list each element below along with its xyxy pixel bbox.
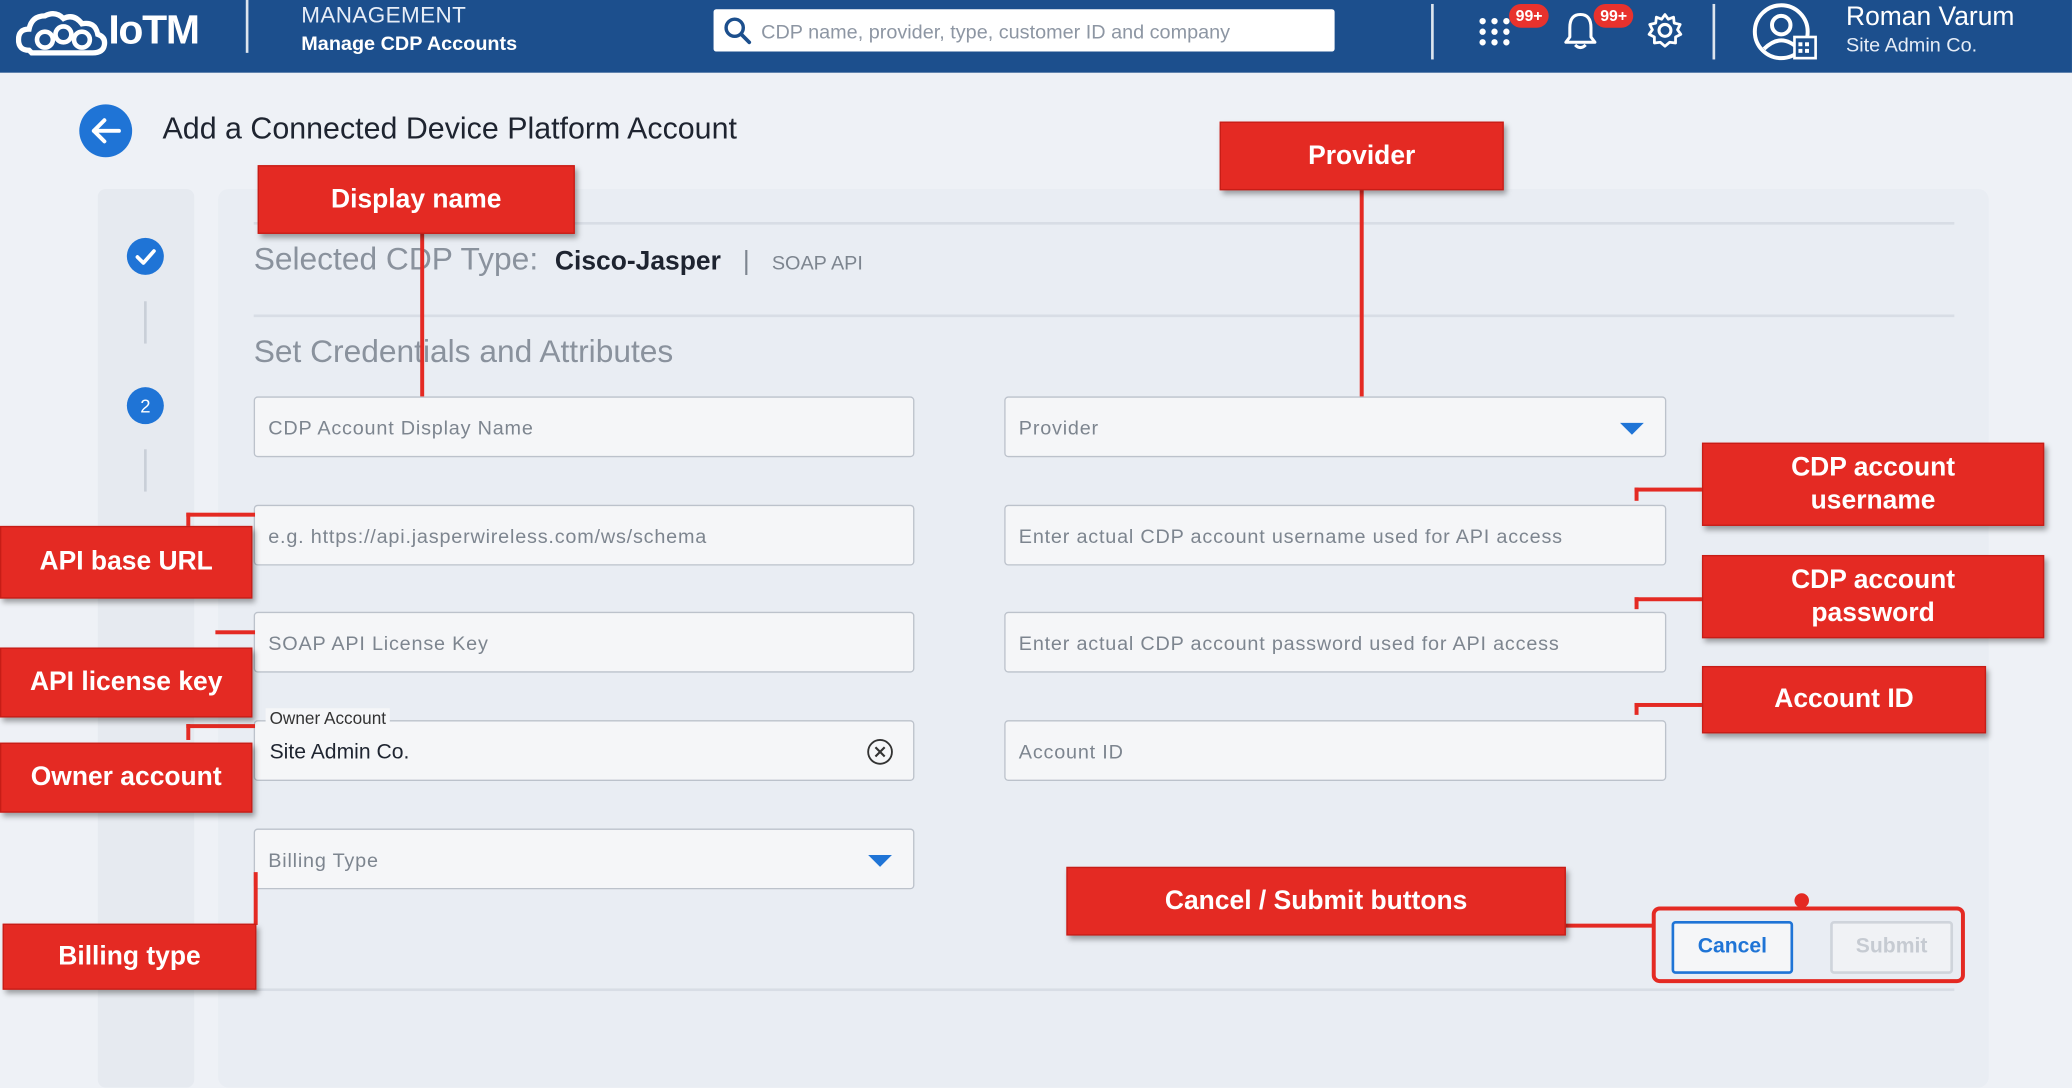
callout-billing-type: Billing type <box>2 923 257 990</box>
callout-line <box>1634 487 1702 492</box>
account-id-placeholder: Account ID <box>1018 741 1124 764</box>
callout-line <box>1564 923 1655 928</box>
callout-cdp-password-text: CDP account password <box>1791 565 1956 628</box>
callout-line <box>420 232 425 397</box>
search-input[interactable] <box>758 9 1319 55</box>
callout-line <box>1634 597 1702 602</box>
callout-api-base-url: API base URL <box>0 525 253 599</box>
callout-api-license-key: API license key <box>0 647 253 718</box>
header-divider <box>1431 3 1434 60</box>
callout-cdp-password: CDP account password <box>1701 554 2045 639</box>
cloud-logo-icon[interactable] <box>15 5 108 63</box>
step-current[interactable]: 2 <box>126 387 164 425</box>
divider <box>253 314 1955 318</box>
callout-cdp-username: CDP account username <box>1701 442 2045 526</box>
billing-type-placeholder: Billing Type <box>268 849 379 873</box>
user-name: Roman Varum <box>1845 2 2015 32</box>
selected-type-api: SOAP API <box>771 252 863 275</box>
license-key-placeholder: SOAP API License Key <box>268 632 489 656</box>
callout-line <box>186 724 256 729</box>
selected-type-label: Selected CDP Type: <box>253 241 539 278</box>
provider-placeholder: Provider <box>1018 417 1099 441</box>
back-button[interactable] <box>79 104 133 158</box>
selected-type: Selected CDP Type: Cisco-Jasper | SOAP A… <box>254 242 863 279</box>
chevron-down-icon <box>1620 422 1644 435</box>
callout-cdp-username-text: CDP account username <box>1791 453 1956 515</box>
callout-line <box>215 630 256 635</box>
billing-type-select[interactable]: Billing Type <box>253 828 915 890</box>
callout-line <box>186 724 191 740</box>
callout-line <box>253 872 258 925</box>
username-placeholder: Enter actual CDP account username used f… <box>1018 525 1563 549</box>
header-divider <box>245 0 249 53</box>
section-heading: Set Credentials and Attributes <box>253 334 674 370</box>
notifications-badge: 99+ <box>1593 3 1634 28</box>
password-placeholder: Enter actual CDP account password used f… <box>1018 632 1560 656</box>
callout-account-id: Account ID <box>1701 665 1987 734</box>
clear-icon[interactable] <box>866 737 895 773</box>
display-name-field[interactable]: CDP Account Display Name <box>253 396 915 458</box>
api-url-placeholder: e.g. https://api.jasperwireless.com/ws/s… <box>268 525 708 549</box>
callout-cancel-submit: Cancel / Submit buttons <box>1066 866 1566 936</box>
callout-display-name: Display name <box>257 165 575 234</box>
search-icon <box>723 16 752 52</box>
arrow-left-icon <box>91 118 121 144</box>
callout-line <box>186 512 256 517</box>
provider-select[interactable]: Provider <box>1004 396 1667 458</box>
search-box[interactable] <box>713 9 1335 55</box>
owner-account-field[interactable]: Owner Account Site Admin Co. <box>253 708 915 781</box>
avatar[interactable] <box>1752 3 1818 70</box>
brand-name: IoTM <box>108 6 200 53</box>
section-subtitle: Manage CDP Accounts <box>301 33 518 56</box>
selected-type-separator: | <box>742 247 750 277</box>
chevron-down-icon <box>868 854 892 867</box>
callout-line <box>186 512 191 526</box>
apps-grid-icon[interactable] <box>1479 16 1513 54</box>
selected-type-value: Cisco-Jasper <box>554 247 721 277</box>
account-id-field[interactable]: Account ID <box>1004 720 1667 781</box>
callout-provider: Provider <box>1219 121 1504 191</box>
gear-icon[interactable] <box>1646 12 1683 56</box>
callout-dot <box>1794 893 1809 908</box>
step-connector <box>144 449 147 492</box>
check-icon <box>135 249 156 265</box>
owner-account-label: Owner Account <box>265 708 391 729</box>
api-url-field[interactable]: e.g. https://api.jasperwireless.com/ws/s… <box>253 504 915 566</box>
apps-badge: 99+ <box>1509 3 1550 28</box>
callout-line <box>1634 702 1639 715</box>
section-title: MANAGEMENT <box>301 2 467 28</box>
callout-line <box>1634 487 1639 501</box>
callout-line <box>1359 187 1364 397</box>
password-field[interactable]: Enter actual CDP account password used f… <box>1004 611 1667 673</box>
step-complete[interactable] <box>126 237 164 275</box>
username-field[interactable]: Enter actual CDP account username used f… <box>1004 504 1667 566</box>
user-company: Site Admin Co. <box>1845 34 1978 57</box>
license-key-field[interactable]: SOAP API License Key <box>253 611 915 673</box>
step-connector <box>144 301 147 344</box>
header-divider <box>1712 3 1716 60</box>
divider <box>253 988 1955 992</box>
callout-line <box>1634 597 1639 610</box>
display-name-placeholder: CDP Account Display Name <box>268 417 534 441</box>
top-bar: IoTM MANAGEMENT Manage CDP Accounts 99+ … <box>0 0 2072 73</box>
callout-owner-account: Owner account <box>0 742 253 813</box>
owner-account-value: Site Admin Co. <box>269 741 410 764</box>
buttons-highlight <box>1651 906 1965 984</box>
callout-line <box>1634 702 1702 707</box>
page-title: Add a Connected Device Platform Account <box>162 110 737 146</box>
